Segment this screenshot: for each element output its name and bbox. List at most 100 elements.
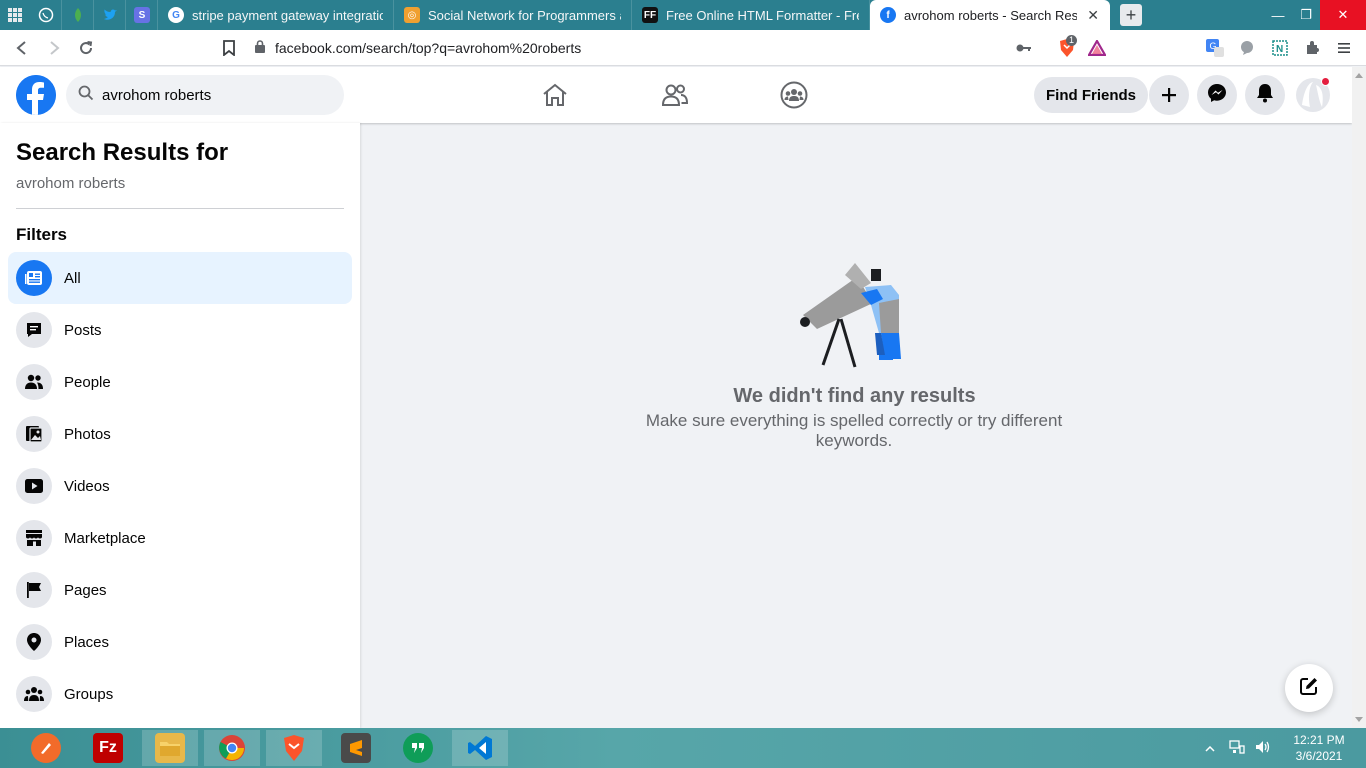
- stripe-icon: S: [134, 7, 150, 23]
- filter-label: Groups: [64, 685, 114, 703]
- groups-nav-icon[interactable]: [764, 75, 824, 115]
- all-results-icon: [16, 260, 52, 296]
- friends-nav-icon[interactable]: [645, 75, 705, 115]
- marketplace-icon: [16, 520, 52, 556]
- tab-twitter[interactable]: [94, 0, 126, 30]
- scroll-down-arrow-icon[interactable]: [1355, 717, 1363, 722]
- key-icon[interactable]: [1014, 30, 1034, 66]
- notifications-button[interactable]: [1245, 75, 1285, 115]
- page-title: Search Results for: [16, 139, 229, 166]
- back-icon[interactable]: [6, 32, 38, 64]
- scroll-up-arrow-icon[interactable]: [1355, 73, 1363, 78]
- divider: [16, 208, 344, 209]
- filter-places[interactable]: Places: [8, 616, 352, 668]
- new-tab-button[interactable]: +: [1120, 4, 1142, 26]
- filter-marketplace[interactable]: Marketplace: [8, 512, 352, 564]
- home-nav-icon[interactable]: [525, 75, 585, 115]
- google-icon: G: [168, 7, 184, 23]
- posts-icon: [16, 312, 52, 348]
- address-bar[interactable]: facebook.com/search/top?q=avrohom%20robe…: [255, 34, 1040, 62]
- apps-grid-icon[interactable]: [0, 0, 30, 30]
- messenger-icon: [1207, 83, 1227, 108]
- filter-label: People: [64, 373, 111, 391]
- filter-label: Photos: [64, 425, 111, 443]
- facebook-logo-icon[interactable]: [16, 75, 56, 115]
- filter-pages[interactable]: Pages: [8, 564, 352, 616]
- tab-freeformatter[interactable]: FF Free Online HTML Formatter - FreeFor: [632, 0, 870, 30]
- tab-google-search[interactable]: G stripe payment gateway integration in: [158, 0, 394, 30]
- taskbar-clock[interactable]: 12:21 PM 3/6/2021: [1284, 732, 1354, 764]
- show-hidden-icons-icon[interactable]: [1205, 741, 1215, 755]
- taskbar-hangouts[interactable]: [390, 730, 446, 766]
- tab-title: Free Online HTML Formatter - FreeFor: [666, 7, 859, 23]
- clock-date: 3/6/2021: [1295, 749, 1343, 763]
- filter-people[interactable]: People: [8, 356, 352, 408]
- browser-tab-strip: S G stripe payment gateway integration i…: [0, 0, 1366, 30]
- photos-icon: [16, 416, 52, 452]
- notification-dot: [1321, 77, 1330, 86]
- hangouts-icon: [403, 733, 433, 763]
- minimize-icon[interactable]: —: [1264, 0, 1292, 30]
- search-results-area: We didn't find any results Make sure eve…: [361, 123, 1352, 728]
- find-friends-button[interactable]: Find Friends: [1034, 77, 1148, 113]
- google-translate-icon[interactable]: G: [1205, 30, 1225, 66]
- restore-icon[interactable]: ❐: [1292, 0, 1320, 30]
- taskbar-chrome[interactable]: [204, 730, 260, 766]
- taskbar-vscode[interactable]: [452, 730, 508, 766]
- taskbar-file-explorer[interactable]: [142, 730, 198, 766]
- filter-videos[interactable]: Videos: [8, 460, 352, 512]
- page-scrollbar[interactable]: [1352, 67, 1366, 728]
- filter-label: Posts: [64, 321, 102, 339]
- search-input[interactable]: [102, 86, 322, 104]
- url-text: facebook.com/search/top?q=avrohom%20robe…: [275, 40, 582, 56]
- twitter-icon: [102, 7, 118, 23]
- facebook-search-box[interactable]: [66, 75, 344, 115]
- messenger-button[interactable]: [1197, 75, 1237, 115]
- close-window-icon[interactable]: ✕: [1320, 0, 1366, 30]
- profile-avatar[interactable]: [1294, 77, 1332, 113]
- bookmark-icon[interactable]: [213, 32, 245, 64]
- tab-devconnector[interactable]: ◎ Social Network for Programmers and D: [394, 0, 632, 30]
- taskbar-brave[interactable]: [266, 730, 322, 766]
- reload-icon[interactable]: [70, 32, 102, 64]
- browser-menu-icon[interactable]: [1334, 30, 1354, 66]
- lock-icon[interactable]: [255, 40, 265, 56]
- extension-bubble-icon[interactable]: [1237, 30, 1257, 66]
- taskbar-sublime[interactable]: [328, 730, 384, 766]
- sublime-text-icon: [341, 733, 371, 763]
- brave-rewards-icon[interactable]: [1087, 30, 1107, 66]
- forward-icon[interactable]: [38, 32, 70, 64]
- mongodb-leaf-icon: [70, 7, 86, 23]
- pages-flag-icon: [16, 572, 52, 608]
- tab-mongodb[interactable]: [62, 0, 94, 30]
- filter-photos[interactable]: Photos: [8, 408, 352, 460]
- filter-groups[interactable]: Groups: [8, 668, 352, 720]
- tab-whatsapp[interactable]: [30, 0, 62, 30]
- filters-heading: Filters: [16, 225, 68, 244]
- tab-stripe[interactable]: S: [126, 0, 158, 30]
- tab-title: stripe payment gateway integration in: [192, 7, 383, 23]
- no-results-description: Make sure everything is spelled correctl…: [645, 411, 1063, 450]
- facebook-icon: f: [880, 7, 896, 23]
- network-icon[interactable]: [1229, 739, 1245, 757]
- close-tab-icon[interactable]: ✕: [1087, 7, 1099, 24]
- taskbar-pen-app[interactable]: [18, 730, 74, 766]
- filter-posts[interactable]: Posts: [8, 304, 352, 356]
- create-button[interactable]: [1149, 75, 1189, 115]
- filter-label: Places: [64, 633, 110, 651]
- brave-shields-icon[interactable]: 1: [1054, 30, 1080, 66]
- pen-app-icon: [31, 733, 61, 763]
- extensions-puzzle-icon[interactable]: [1303, 30, 1323, 66]
- bell-icon: [1256, 83, 1274, 108]
- tab-facebook-active[interactable]: f avrohom roberts - Search Results ✕: [870, 0, 1110, 30]
- vscode-icon: [465, 733, 495, 763]
- places-pin-icon: [16, 624, 52, 660]
- notion-extension-icon[interactable]: N: [1270, 30, 1290, 66]
- window-controls: — ❐ ✕: [1264, 0, 1366, 30]
- freeformatter-icon: FF: [642, 7, 658, 23]
- telescope-illustration: [795, 259, 915, 369]
- volume-icon[interactable]: [1255, 740, 1271, 757]
- filter-all[interactable]: All: [8, 252, 352, 304]
- taskbar-filezilla[interactable]: Fz: [80, 730, 136, 766]
- new-message-button[interactable]: [1285, 664, 1333, 712]
